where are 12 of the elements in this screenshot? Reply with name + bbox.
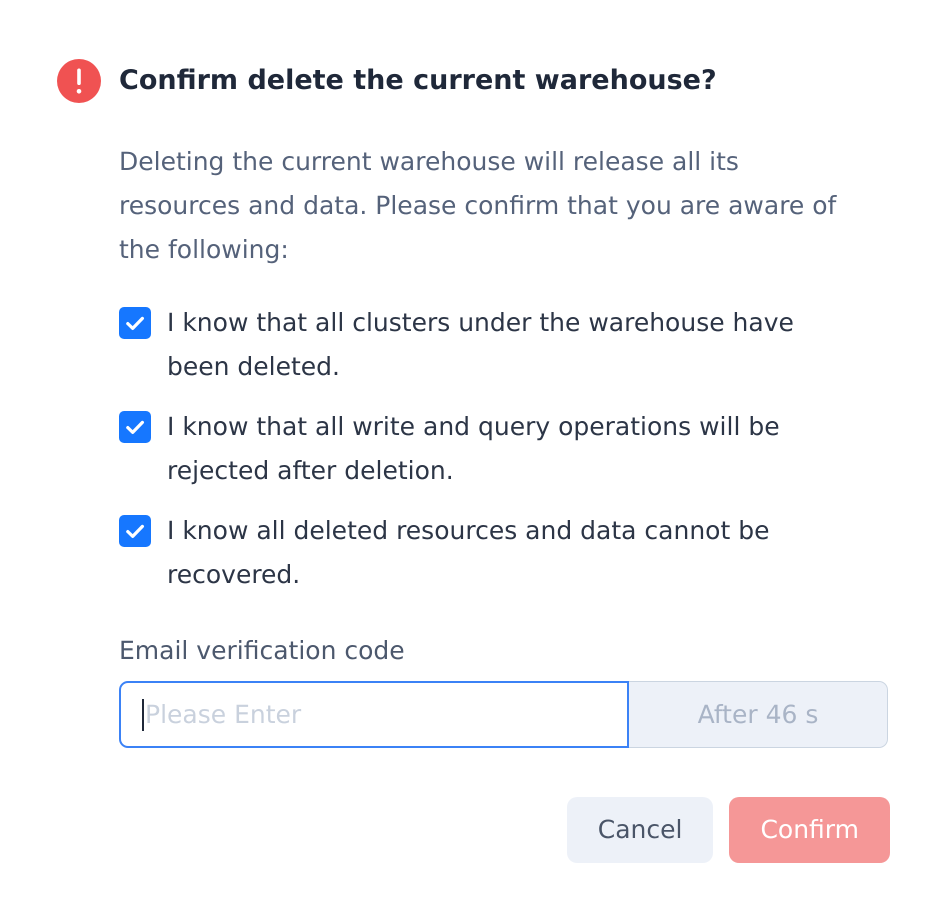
cancel-button[interactable]: Cancel (566, 797, 714, 863)
field-label: Email verification code (119, 635, 406, 667)
checkbox[interactable] (119, 515, 151, 547)
checkbox-label: I know that all clusters under the warehouse have been deleted. (167, 307, 795, 383)
dialog-description: Deleting the current warehouse will release all its resources and data. Please confirm that you are aware of the following: (119, 146, 838, 266)
checkbox-label: I know all deleted resources and data cannot be recovered. (167, 515, 770, 591)
checkbox[interactable] (119, 411, 151, 443)
text-cursor-icon (142, 699, 144, 731)
dialog-title: Confirm delete the current warehouse? (119, 64, 717, 98)
checkbox[interactable] (119, 307, 151, 339)
checkbox-label: I know that all write and query operations will be rejected after deletion. (167, 411, 781, 487)
warning-icon (57, 59, 101, 103)
